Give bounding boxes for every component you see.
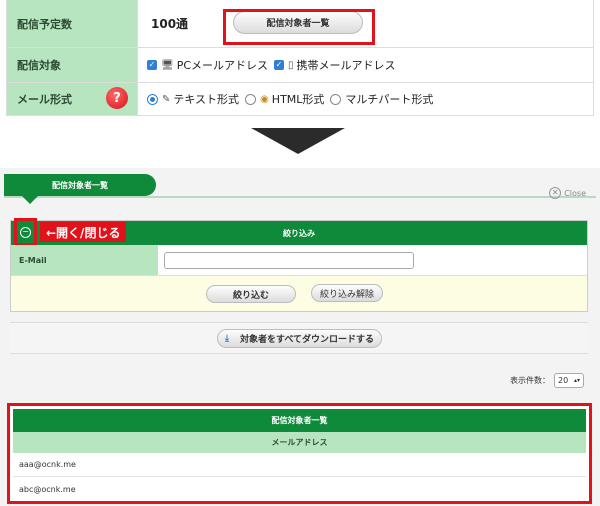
filter-toggle-button[interactable]: −: [14, 218, 37, 246]
pencil-icon: ✎: [162, 93, 171, 105]
filter-actions: 絞り込む 絞り込み解除: [11, 276, 587, 311]
download-icon: ⤓: [224, 333, 229, 344]
email-label: E-Mail: [11, 245, 158, 275]
format-multipart-radio[interactable]: マルチパート形式: [330, 91, 433, 107]
monitor-icon: 🖥: [161, 59, 174, 71]
recipient-list-panel: 配信対象者一覧 ✕ Close 絞り込み − ←開く/閉じる E-Mail 絞り…: [0, 168, 600, 506]
chevron-updown-icon: ▴▾: [573, 377, 580, 384]
mobile-phone-icon: ▯: [288, 59, 294, 71]
filter-reset-button[interactable]: 絞り込み解除: [311, 284, 383, 302]
close-label: Close: [564, 188, 586, 198]
checkbox-checked-icon: ✓: [274, 60, 285, 70]
filter-box: 絞り込み − ←開く/閉じる E-Mail 絞り込む 絞り込み解除: [10, 218, 588, 312]
minus-circle-icon: −: [20, 226, 31, 238]
download-bar: ⤓ 対象者をすべてダウンロードする: [10, 322, 588, 354]
form-label-count: 配信予定数: [7, 0, 138, 47]
down-arrow-icon: [251, 128, 345, 154]
radio-unselected-icon: [245, 93, 257, 105]
checkbox-checked-icon: ✓: [147, 60, 157, 70]
form-row-target: 配信対象 ✓ 🖥 PCメールアドレス ✓ ▯ 携帯メールアドレス: [7, 48, 593, 83]
delivery-count: 100通: [151, 17, 189, 31]
per-page-label: 表示件数：: [510, 376, 550, 385]
recipient-result-table: 配信対象者一覧 メールアドレス aaa@ocnk.me abc@ocnk.me: [7, 403, 592, 504]
form-row-format: メール形式 ? ✎ テキスト形式 ◉ HTML形式 マルチパート形式: [7, 83, 593, 115]
close-button[interactable]: ✕ Close: [549, 187, 586, 199]
filter-submit-button[interactable]: 絞り込む: [206, 285, 296, 303]
recipient-list-button-highlight: [223, 9, 375, 45]
format-text-radio[interactable]: ✎ テキスト形式: [147, 91, 239, 107]
per-page-control: 表示件数： 20 ▴▾: [510, 373, 584, 388]
radio-unselected-icon: [330, 93, 342, 105]
mail-settings-form: 配信予定数 100通 配信対象者一覧 配信対象 ✓ 🖥 PCメールアドレス ✓ …: [6, 0, 594, 116]
panel-title-tab: 配信対象者一覧: [4, 174, 156, 204]
table-row: aaa@ocnk.me: [13, 453, 586, 477]
table-row: abc@ocnk.me: [19, 484, 76, 494]
email-filter-row: E-Mail: [11, 245, 587, 276]
form-label-format: メール形式: [17, 93, 72, 106]
per-page-select[interactable]: 20 ▴▾: [554, 373, 584, 388]
mobile-mail-checkbox[interactable]: ✓ ▯ 携帯メールアドレス: [274, 57, 396, 73]
tab-divider: [4, 196, 596, 198]
result-title: 配信対象者一覧: [13, 409, 586, 432]
radio-selected-icon: [147, 93, 158, 105]
email-filter-input[interactable]: [164, 252, 414, 269]
toggle-annotation: ←開く/閉じる: [40, 222, 127, 242]
help-icon[interactable]: ?: [106, 87, 128, 109]
download-all-button[interactable]: ⤓ 対象者をすべてダウンロードする: [217, 329, 382, 348]
form-label-target: 配信対象: [7, 48, 138, 82]
format-html-radio[interactable]: ◉ HTML形式: [245, 91, 324, 107]
palette-icon: ◉: [260, 93, 269, 105]
close-icon: ✕: [549, 187, 562, 199]
pc-mail-checkbox[interactable]: ✓ 🖥 PCメールアドレス: [147, 57, 268, 73]
column-header-email: メールアドレス: [13, 432, 586, 453]
